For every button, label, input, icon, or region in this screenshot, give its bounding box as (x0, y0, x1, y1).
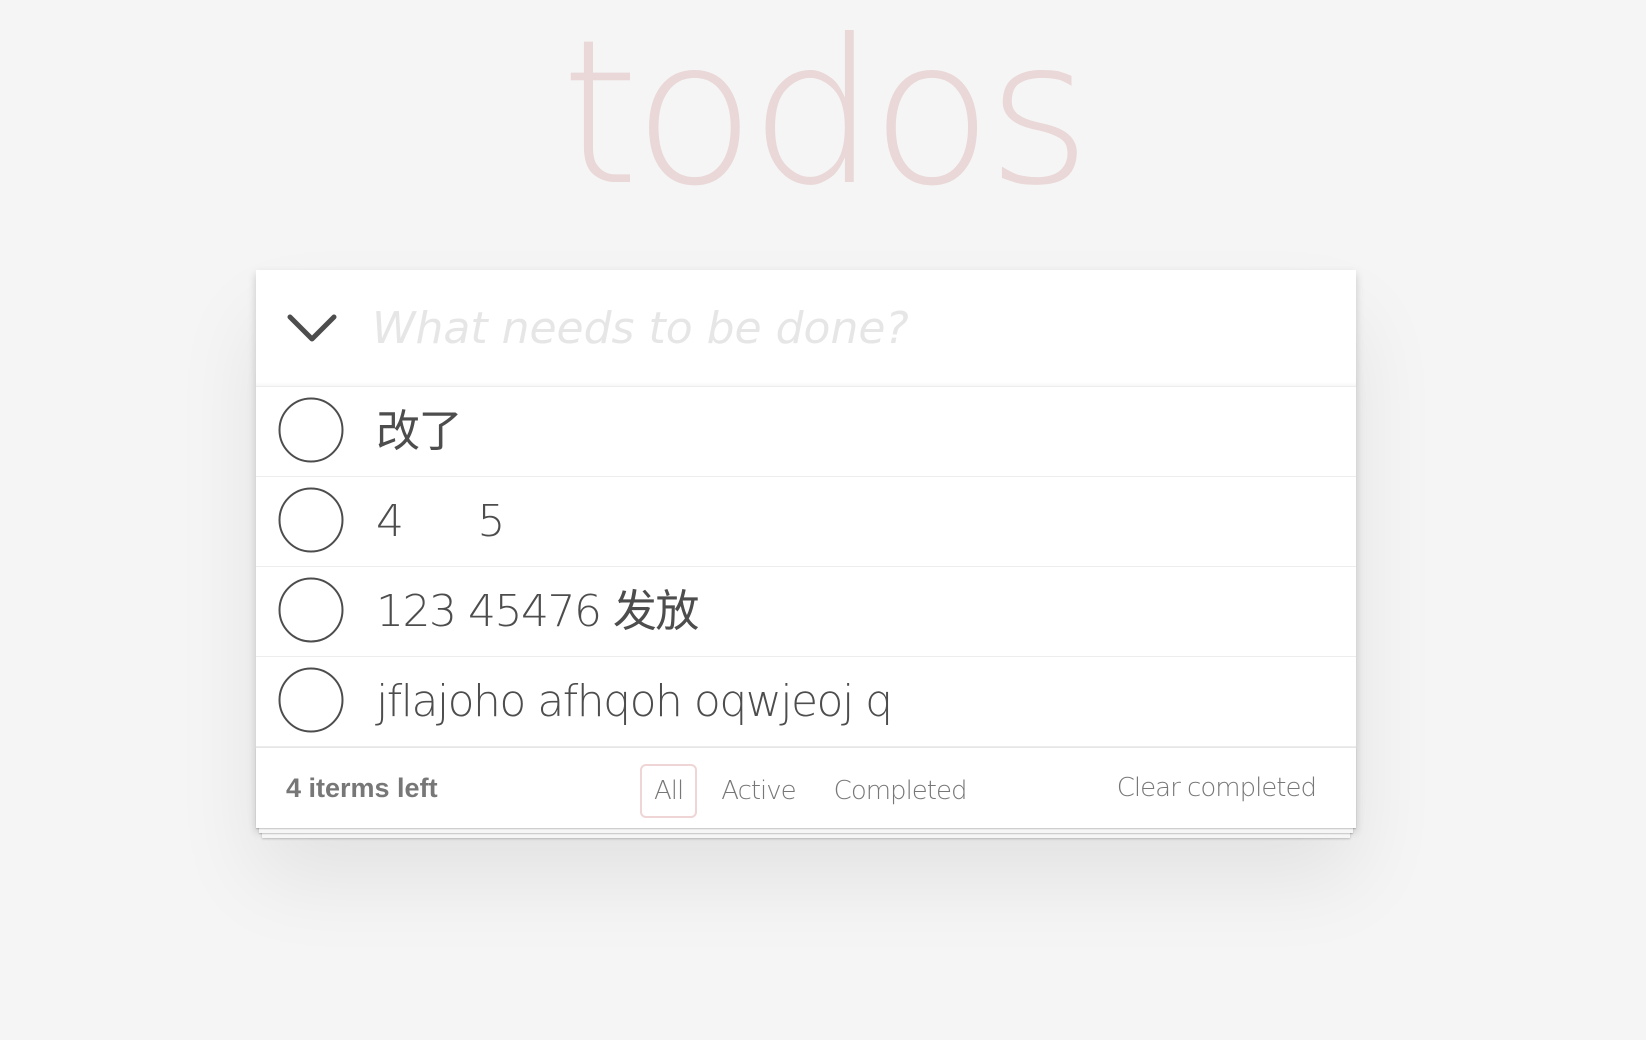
items-left-count: 4 iterms left (286, 773, 438, 803)
circle-checkbox-icon[interactable] (278, 667, 344, 733)
todo-item: 4 5 (256, 477, 1356, 567)
filter-all[interactable]: All (640, 764, 698, 818)
todo-item-label[interactable]: 改了 (376, 387, 463, 476)
todo-item-label[interactable]: 123 45476 发放 (376, 567, 699, 656)
filter-active[interactable]: Active (707, 764, 809, 818)
toggle-all-button[interactable] (280, 300, 344, 356)
circle-checkbox-icon[interactable] (278, 577, 344, 643)
app-title: todos (560, 0, 1091, 230)
todo-item-label[interactable]: 4 5 (376, 477, 505, 566)
filter-item: All (640, 764, 698, 818)
todo-header (256, 270, 1356, 387)
todo-item: jflajoho afhqoh oqwjeoj q (256, 657, 1356, 747)
filter-tabs: All Active Completed (640, 764, 980, 818)
todo-app: 改了 4 5 123 45476 发放 jflajoho afhqoh oqwj… (256, 270, 1356, 828)
new-todo-input[interactable] (372, 296, 1312, 360)
todo-footer: 4 iterms left All Active Completed Clear… (256, 747, 1356, 828)
todo-item: 改了 (256, 387, 1356, 477)
filter-item: Completed (820, 764, 981, 818)
chevron-down-icon (287, 314, 337, 342)
page: todos 改了 4 5 (0, 0, 1646, 1040)
filter-item: Active (707, 764, 809, 818)
todo-list: 改了 4 5 123 45476 发放 jflajoho afhqoh oqwj… (256, 387, 1356, 747)
clear-completed-button[interactable]: Clear completed (1117, 748, 1317, 828)
todo-item-label[interactable]: jflajoho afhqoh oqwjeoj q (376, 657, 893, 746)
circle-checkbox-icon[interactable] (278, 487, 344, 553)
circle-checkbox-icon[interactable] (278, 397, 344, 463)
todo-item: 123 45476 发放 (256, 567, 1356, 657)
filter-completed[interactable]: Completed (820, 764, 981, 818)
